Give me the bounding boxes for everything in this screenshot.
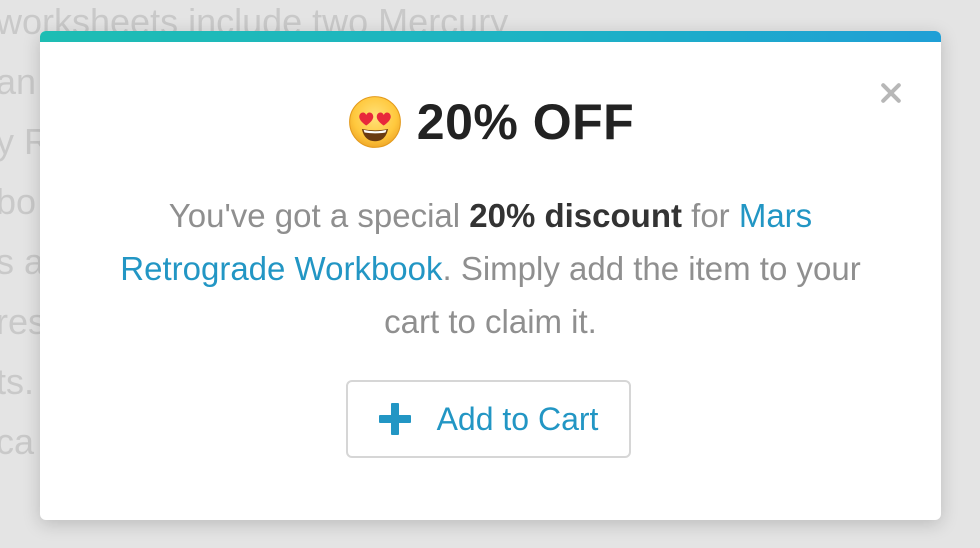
modal-message: You've got a special 20% discount for Ma… xyxy=(100,189,881,348)
page: worksheets include two Mercury an y R bo… xyxy=(0,0,980,548)
heart-eyes-emoji-icon xyxy=(348,96,401,148)
discount-highlight: 20% discount xyxy=(469,197,682,234)
plus-icon xyxy=(378,403,411,435)
message-text: for xyxy=(681,197,739,234)
modal-title: 20% OFF xyxy=(416,94,635,150)
message-text: . Simply add the item to your cart to cl… xyxy=(384,250,861,340)
add-to-cart-button[interactable]: Add to Cart xyxy=(346,380,631,458)
modal-title-row: 20% OFF xyxy=(40,93,941,151)
modal-accent-bar xyxy=(40,31,941,42)
discount-modal: 20% OFF You've got a special 20% discoun… xyxy=(40,31,941,520)
message-text: You've got a special xyxy=(168,197,470,234)
add-to-cart-label: Add to Cart xyxy=(436,400,599,437)
